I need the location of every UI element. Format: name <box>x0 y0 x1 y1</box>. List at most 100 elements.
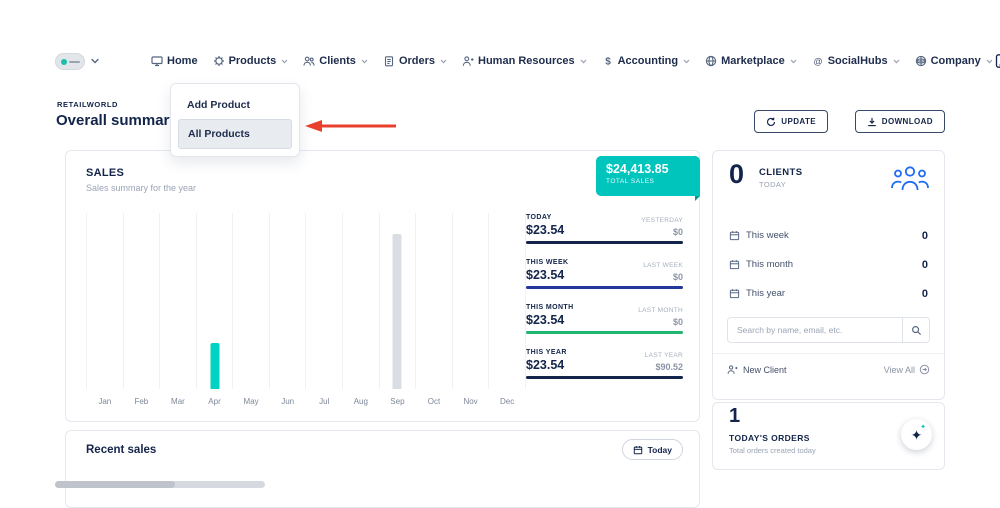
chart-month-label: Jan <box>87 397 123 406</box>
search-icon[interactable] <box>902 318 929 342</box>
chart-column: Apr <box>196 213 233 389</box>
stat-value: $23.54 <box>526 268 569 282</box>
nav-item-clients[interactable]: Clients <box>303 55 368 67</box>
download-button[interactable]: DOWNLOAD <box>855 110 945 133</box>
orders-subtitle: Total orders created today <box>729 446 816 455</box>
clients-count: 0 <box>729 159 744 190</box>
nav-items: Home Products Clients Orders <box>151 55 993 67</box>
logo-line <box>69 61 80 63</box>
today-filter-label: Today <box>648 445 672 455</box>
today-filter-button[interactable]: Today <box>622 439 683 460</box>
products-dropdown-menu: Add Product All Products <box>170 83 300 157</box>
clients-search-input[interactable] <box>728 318 902 342</box>
navbar-right-actions: ? <box>993 50 1000 73</box>
stat-compare-label: LAST YEAR <box>645 352 683 359</box>
nav-item-socialhubs[interactable]: @ SocialHubs <box>812 55 900 67</box>
stat-value: $23.54 <box>526 358 567 372</box>
chevron-down-icon <box>580 59 587 64</box>
nav-item-label: Orders <box>399 55 435 67</box>
nav-item-company[interactable]: Company <box>915 55 993 67</box>
svg-text:@: @ <box>813 57 822 67</box>
nav-item-human-resources[interactable]: Human Resources <box>462 55 587 67</box>
view-all-link[interactable]: View All <box>884 364 930 375</box>
nav-item-orders[interactable]: Orders <box>383 55 447 67</box>
sparkle-mini-icon: ✦ <box>920 424 926 431</box>
chevron-down-icon <box>893 59 900 64</box>
chart-month-label: Nov <box>453 397 489 406</box>
chart-month-label: Oct <box>416 397 452 406</box>
stat-underline <box>526 241 683 244</box>
menu-item-all-products[interactable]: All Products <box>178 119 292 149</box>
notes-icon[interactable] <box>993 53 1000 69</box>
nav-item-products[interactable]: Products <box>213 55 289 67</box>
socialhubs-icon: @ <box>812 55 824 67</box>
chevron-down-icon <box>683 59 690 64</box>
clients-row-value: 0 <box>922 259 928 271</box>
stat-label: THIS YEAR <box>526 349 567 356</box>
chart-month-label: Feb <box>124 397 160 406</box>
chart-bar-apr <box>210 343 219 389</box>
sales-stat-row: TODAY $23.54 YESTERDAY $0 <box>526 211 683 244</box>
stat-label: TODAY <box>526 214 564 221</box>
stat-compare-value: $90.52 <box>645 362 683 372</box>
nav-item-label: SocialHubs <box>828 55 888 67</box>
calendar-icon <box>633 445 643 455</box>
total-sales-label: TOTAL SALES <box>606 178 690 185</box>
brand-label: RETAILWORLD <box>57 100 118 109</box>
update-button[interactable]: UPDATE <box>754 110 828 133</box>
clients-card: 0 CLIENTS TODAY This week 0 This month 0… <box>712 150 945 400</box>
chart-month-label: Aug <box>343 397 379 406</box>
clients-row-label: This year <box>746 288 785 299</box>
download-icon <box>867 117 877 127</box>
logo-chevron-icon <box>91 58 99 64</box>
clients-row-value: 0 <box>922 230 928 242</box>
horizontal-scrollbar[interactable] <box>55 481 265 488</box>
recent-sales-card: Recent sales Today <box>65 430 700 508</box>
page-title: Overall summary <box>56 112 178 129</box>
chart-month-label: Dec <box>489 397 525 406</box>
chevron-down-icon <box>440 59 447 64</box>
people-icon <box>303 55 315 67</box>
nav-item-label: Accounting <box>618 55 679 67</box>
sparkle-button[interactable]: ✦ ✦ <box>901 419 932 450</box>
menu-item-add-product[interactable]: Add Product <box>178 91 292 119</box>
new-client-link[interactable]: New Client <box>727 364 787 375</box>
refresh-icon <box>766 117 776 127</box>
svg-text:$: $ <box>605 57 611 68</box>
calendar-icon <box>729 259 740 270</box>
chevron-down-icon <box>986 59 993 64</box>
nav-item-accounting[interactable]: $ Accounting <box>602 55 691 67</box>
chart-bar-sep <box>393 234 402 389</box>
clients-stat-rows: This week 0 This month 0 This year 0 <box>713 221 944 308</box>
nav-item-marketplace[interactable]: Marketplace <box>705 55 797 67</box>
stat-compare-value: $0 <box>643 272 683 282</box>
stat-underline <box>526 286 683 289</box>
download-button-label: DOWNLOAD <box>882 117 933 126</box>
orders-title: TODAY'S ORDERS <box>729 433 810 443</box>
nav-item-home[interactable]: Home <box>151 55 198 67</box>
view-all-label: View All <box>884 365 915 375</box>
arrow-circle-icon <box>919 364 930 375</box>
clients-footer: New Client View All <box>713 353 944 385</box>
workspace-logo[interactable] <box>55 53 99 70</box>
calendar-icon <box>729 230 740 241</box>
chart-column: Aug <box>342 213 379 389</box>
chart-month-label: Apr <box>197 397 233 406</box>
total-sales-amount: $24,413.85 <box>606 162 690 176</box>
stat-compare-label: LAST WEEK <box>643 262 683 269</box>
chart-month-label: May <box>233 397 269 406</box>
nav-item-label: Marketplace <box>721 55 785 67</box>
clients-search <box>727 317 930 343</box>
chart-month-label: Jul <box>306 397 342 406</box>
red-arrow-annotation <box>303 119 399 133</box>
stat-underline <box>526 331 683 334</box>
chart-column: Feb <box>123 213 160 389</box>
chart-column: Oct <box>415 213 452 389</box>
stat-compare-value: $0 <box>641 227 683 237</box>
scrollbar-thumb[interactable] <box>55 481 175 488</box>
stat-underline <box>526 376 683 379</box>
chart-column: Sep <box>379 213 416 389</box>
monitor-icon <box>151 55 163 67</box>
people-group-icon <box>890 163 930 193</box>
nav-item-label: Company <box>931 55 981 67</box>
